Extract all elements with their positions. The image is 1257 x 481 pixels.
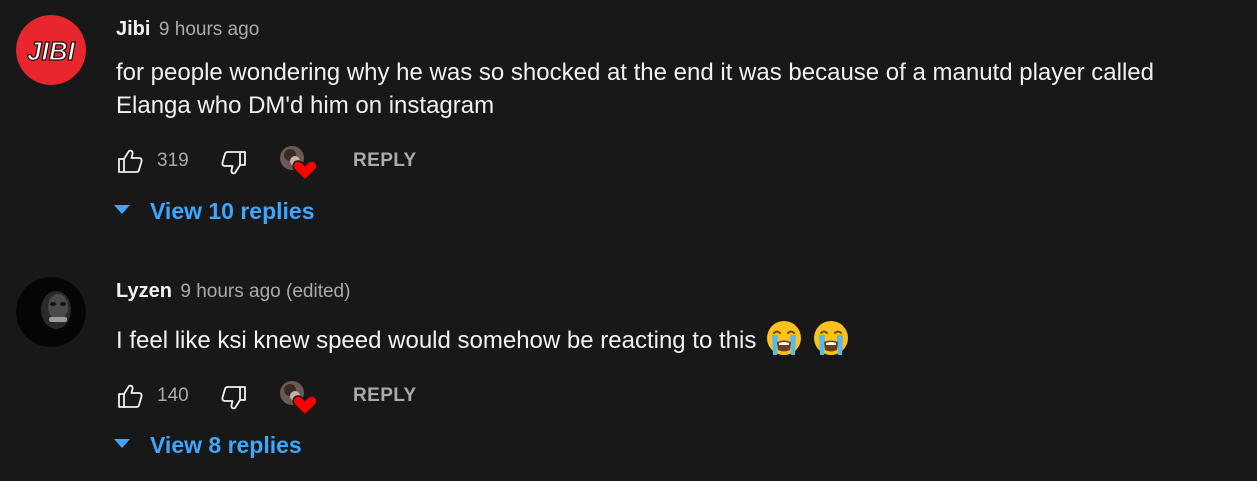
comment-text: for people wondering why he was so shock… [116, 56, 1226, 122]
thumbs-up-icon[interactable] [116, 147, 144, 175]
avatar[interactable]: JIBI [16, 15, 86, 85]
loudly-crying-face-icon [812, 319, 850, 357]
comment-thread: Lyzen 9 hours ago (edited) I feel like k… [0, 262, 1257, 481]
caret-down-icon [114, 439, 130, 448]
reply-button[interactable]: REPLY [353, 150, 417, 172]
thumbs-down-icon[interactable] [220, 384, 248, 412]
author-name[interactable]: Jibi [116, 18, 150, 40]
timestamp[interactable]: 9 hours ago (edited) [180, 281, 350, 302]
view-replies-label: View 8 replies [150, 432, 302, 458]
creator-heart-icon[interactable] [279, 380, 318, 417]
jibi-logo-avatar: JIBI [16, 15, 86, 85]
comment-header: Lyzen 9 hours ago (edited) [116, 280, 350, 306]
creator-heart-icon[interactable] [279, 145, 318, 182]
author-name[interactable]: Lyzen [116, 280, 172, 302]
view-replies-button[interactable]: View 8 replies [114, 432, 302, 466]
comment-text-content: I feel like ksi knew speed would somehow… [116, 327, 757, 354]
dark-figure-avatar [16, 277, 86, 347]
svg-text:JIBI: JIBI [27, 36, 75, 66]
thumbs-down-icon[interactable] [220, 149, 248, 177]
comment-actions: 319 REPLY [116, 145, 516, 182]
view-replies-label: View 10 replies [150, 198, 315, 224]
avatar[interactable] [16, 277, 86, 347]
comment-header: Jibi 9 hours ago [116, 18, 259, 44]
like-count: 140 [157, 385, 189, 406]
caret-down-icon [114, 205, 130, 214]
loudly-crying-face-icon [765, 319, 803, 357]
comment-actions: 140 REPLY [116, 380, 516, 417]
timestamp[interactable]: 9 hours ago [159, 19, 259, 40]
like-count: 319 [157, 150, 189, 171]
comment-text: I feel like ksi knew speed would somehow… [116, 319, 1226, 357]
reply-button[interactable]: REPLY [353, 385, 417, 407]
comment-thread: JIBI Jibi 9 hours ago for people wonderi… [0, 0, 1257, 245]
view-replies-button[interactable]: View 10 replies [114, 198, 315, 232]
comment-text-content: for people wondering why he was so shock… [116, 59, 1154, 119]
thumbs-up-icon[interactable] [116, 382, 144, 410]
